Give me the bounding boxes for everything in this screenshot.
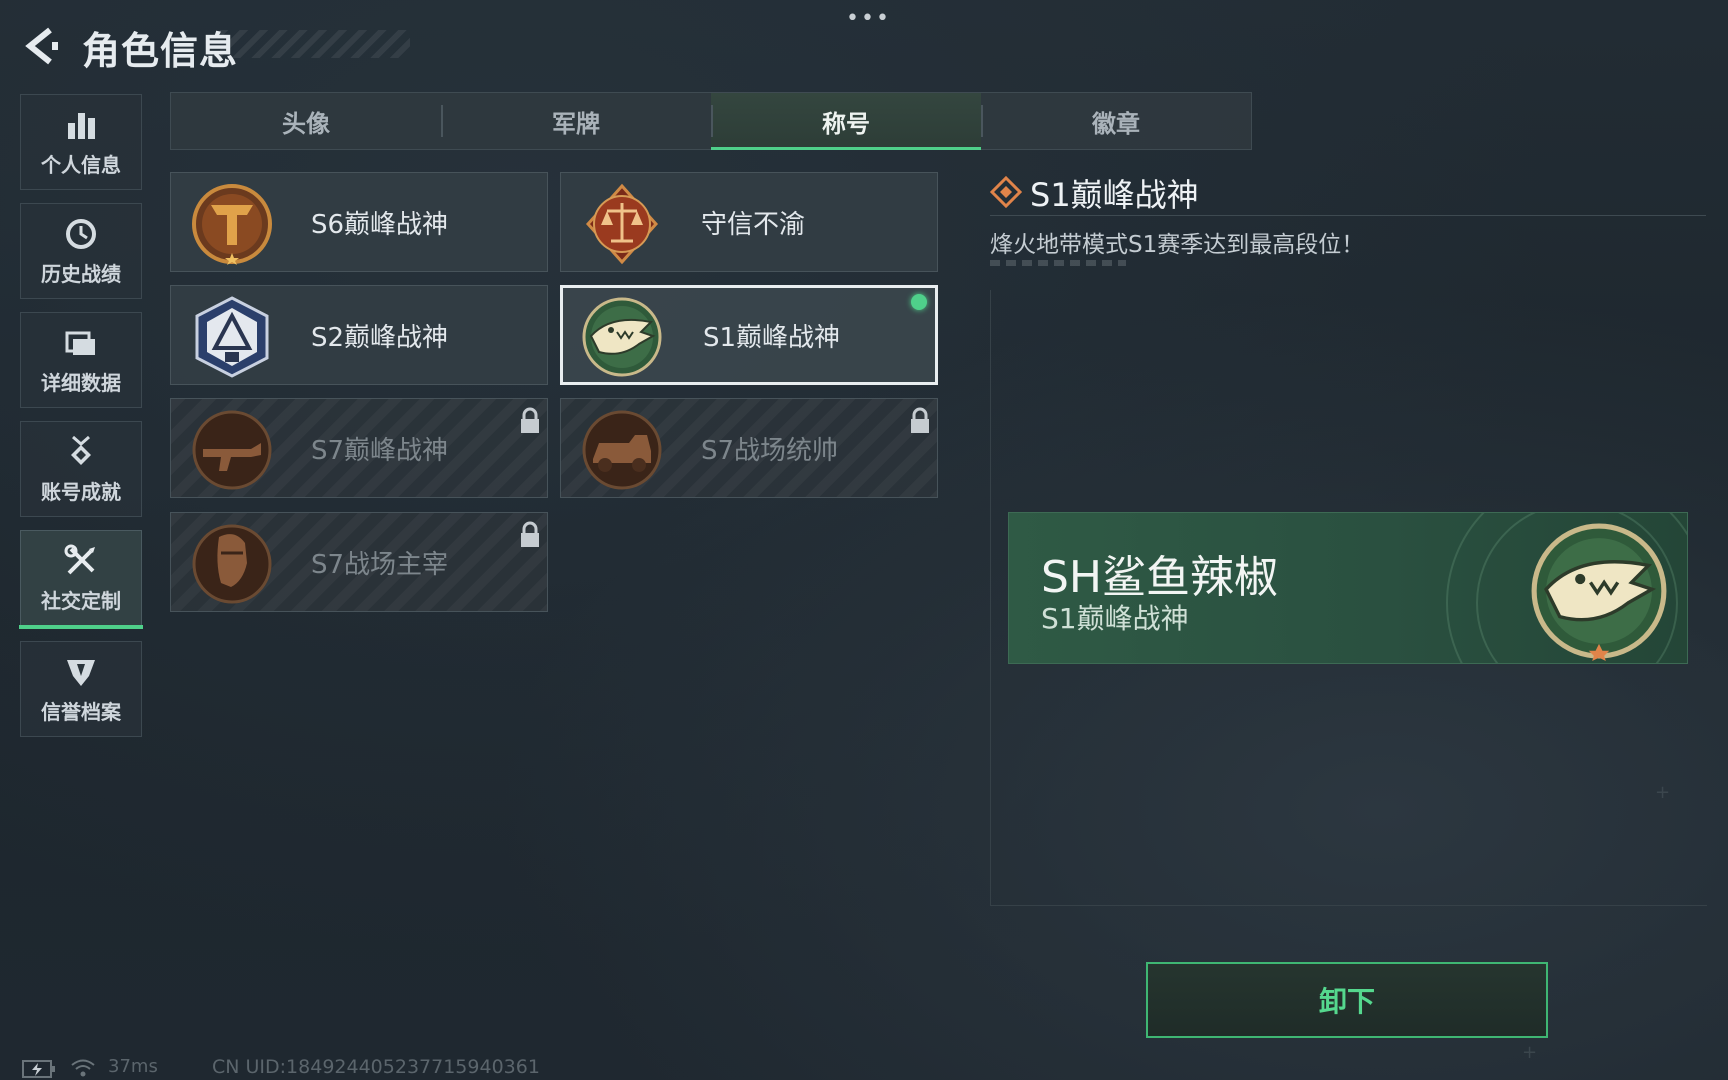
ping-readout: 37ms bbox=[108, 1056, 158, 1077]
unequip-button[interactable]: 卸下 bbox=[1146, 962, 1548, 1038]
lock-icon bbox=[521, 521, 539, 547]
title-card-label: S1巅峰战神 bbox=[703, 322, 841, 353]
user-uid: CN UID:1849244052377159403​61 bbox=[212, 1056, 540, 1078]
tab-title[interactable]: 称号 bbox=[711, 93, 981, 150]
s6-badge-icon bbox=[192, 184, 272, 265]
rifle-badge-icon bbox=[192, 410, 272, 490]
lock-icon bbox=[911, 407, 929, 433]
tab-bar: 头像 军牌 称号 徽章 bbox=[170, 92, 1252, 150]
crocodile-badge-icon bbox=[1531, 523, 1667, 661]
page-title: 角色信息 bbox=[82, 29, 239, 73]
sidebar-item-label: 历史战绩 bbox=[41, 261, 121, 286]
title-decoration bbox=[220, 30, 410, 58]
title-diamond-icon bbox=[990, 176, 1022, 208]
sidebar-item-detailed-data[interactable]: 详细数据 bbox=[20, 312, 142, 408]
title-card-s7-dominator-locked[interactable]: S7战场主宰 bbox=[170, 512, 548, 612]
title-card-trustworthy[interactable]: 守信不渝 bbox=[560, 172, 938, 272]
title-card-label: S7战场统帅 bbox=[701, 435, 839, 466]
achievement-medal-icon bbox=[71, 435, 91, 465]
tab-avatar[interactable]: 头像 bbox=[171, 93, 441, 149]
sidebar-item-achievements[interactable]: 账号成就 bbox=[20, 421, 142, 517]
vehicle-badge-icon bbox=[582, 410, 662, 490]
soldier-badge-icon bbox=[192, 524, 272, 604]
back-arrow-icon[interactable] bbox=[20, 26, 60, 66]
sidebar-item-label: 详细数据 bbox=[41, 370, 121, 395]
title-preview-banner: SH鲨鱼辣椒 S1巅峰战神 bbox=[1008, 512, 1688, 664]
sidebar-item-label: 账号成就 bbox=[41, 479, 121, 504]
preview-title: S1巅峰战神 bbox=[1041, 602, 1189, 635]
title-card-s7-commander-locked[interactable]: S7战场统帅 bbox=[560, 398, 938, 498]
tab-dog-tag[interactable]: 军牌 bbox=[441, 93, 711, 149]
scales-badge-icon bbox=[585, 183, 659, 265]
crosshair-decoration: + bbox=[1655, 782, 1671, 803]
more-options-icon[interactable]: ••• bbox=[846, 6, 891, 31]
sidebar-item-social-custom[interactable]: 社交定制 bbox=[19, 530, 143, 629]
sidebar-item-label: 个人信息 bbox=[41, 152, 121, 177]
crosshair-decoration: + bbox=[1522, 1042, 1538, 1063]
title-card-label: S2巅峰战神 bbox=[311, 322, 449, 353]
title-card-s6[interactable]: S6巅峰战神 bbox=[170, 172, 548, 272]
title-card-label: S7巅峰战神 bbox=[311, 435, 449, 466]
bar-chart-icon bbox=[68, 112, 95, 139]
crocodile-badge-icon bbox=[582, 297, 662, 377]
history-clock-icon bbox=[66, 218, 96, 249]
sidebar-item-label: 社交定制 bbox=[41, 588, 121, 613]
battery-icon bbox=[22, 1060, 55, 1078]
detail-title: S1巅峰战神 bbox=[1030, 176, 1199, 214]
equipped-indicator bbox=[911, 294, 927, 310]
title-card-s1-selected[interactable]: S1巅峰战神 bbox=[560, 285, 938, 385]
lock-icon bbox=[521, 407, 539, 433]
title-card-s7-locked[interactable]: S7巅峰战神 bbox=[170, 398, 548, 498]
title-card-label: S7战场主宰 bbox=[311, 549, 449, 580]
s2-badge-icon bbox=[195, 296, 269, 378]
reputation-shield-icon bbox=[67, 659, 95, 686]
title-card-s2[interactable]: S2巅峰战神 bbox=[170, 285, 548, 385]
detail-description: 烽火地带模式S1赛季达到最高段位！ bbox=[990, 232, 1365, 258]
preview-player-name: SH鲨鱼辣椒 bbox=[1041, 552, 1279, 603]
tab-badge[interactable]: 徽章 bbox=[981, 93, 1251, 149]
sidebar-item-history[interactable]: 历史战绩 bbox=[20, 203, 142, 299]
detail-dash-decoration bbox=[990, 260, 1126, 266]
tools-icon bbox=[64, 544, 95, 574]
sidebar-item-label: 信誉档案 bbox=[41, 699, 121, 724]
title-card-label: S6巅峰战神 bbox=[311, 209, 449, 240]
detail-divider bbox=[990, 215, 1706, 216]
title-card-label: 守信不渝 bbox=[701, 209, 806, 240]
sidebar-item-personal-info[interactable]: 个人信息 bbox=[20, 94, 142, 190]
sidebar-item-reputation[interactable]: 信誉档案 bbox=[20, 641, 142, 737]
wifi-icon bbox=[71, 1059, 95, 1077]
folder-icon bbox=[65, 331, 95, 355]
